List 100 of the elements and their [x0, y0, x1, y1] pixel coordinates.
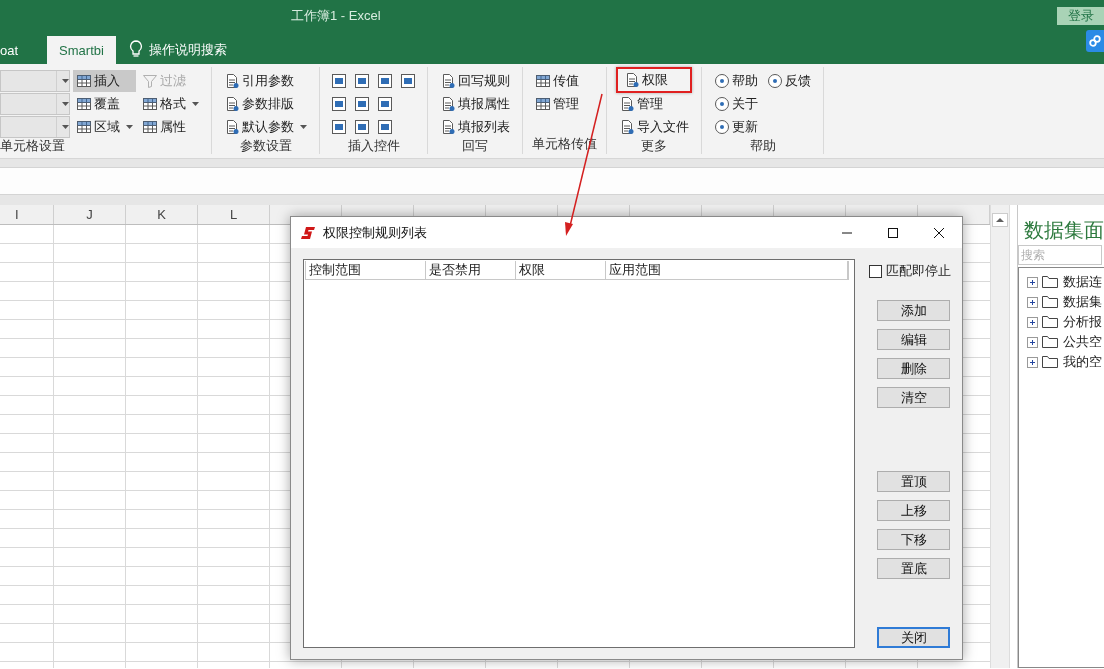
- dialog-button[interactable]: 编辑: [877, 329, 950, 350]
- column-header[interactable]: 应用范围: [606, 261, 848, 279]
- ribbon-button[interactable]: 管理: [616, 93, 692, 115]
- circle-icon: [714, 73, 730, 89]
- group-label: 单元格设置: [0, 138, 66, 155]
- ribbon-button[interactable]: 格式: [139, 93, 202, 115]
- control-icon: [331, 73, 347, 89]
- ribbon-button[interactable]: 关于: [711, 93, 761, 115]
- link-icon[interactable]: [1086, 30, 1104, 52]
- document-icon: [440, 119, 456, 135]
- column-header[interactable]: J: [54, 205, 126, 224]
- column-header[interactable]: 控制范围: [306, 261, 426, 279]
- ribbon-button[interactable]: 导入文件: [616, 116, 692, 138]
- document-icon: [440, 73, 456, 89]
- control-icon: [331, 96, 347, 112]
- table-icon: [76, 119, 92, 135]
- ribbon-button[interactable]: 覆盖: [73, 93, 136, 115]
- folder-icon: [1042, 355, 1058, 369]
- window-title: 工作簿1 - Excel: [291, 7, 381, 25]
- control-icon: [354, 96, 370, 112]
- search-link[interactable]: 操作说明搜索: [148, 36, 227, 64]
- control-icon: [354, 73, 370, 89]
- dialog-button[interactable]: 上移: [877, 500, 950, 521]
- ribbon-button[interactable]: 帮助: [711, 70, 761, 92]
- minimize-icon: [842, 231, 852, 234]
- ribbon-button[interactable]: 传值: [532, 70, 582, 92]
- expand-icon[interactable]: [1027, 316, 1038, 328]
- ribbon-button[interactable]: 属性: [139, 116, 202, 138]
- tree-item[interactable]: 公共空: [1063, 333, 1102, 351]
- document-icon: [440, 96, 456, 112]
- tree-item[interactable]: 数据连: [1063, 273, 1102, 291]
- ribbon-tab[interactable]: Smartbi: [47, 36, 116, 64]
- control-icon: [331, 119, 347, 135]
- table-icon: [76, 73, 92, 89]
- ribbon-button[interactable]: 回写规则: [437, 70, 513, 92]
- caret-icon: [126, 125, 133, 129]
- scroll-up-icon[interactable]: [992, 213, 1008, 227]
- column-header[interactable]: 是否禁用: [426, 261, 516, 279]
- folder-icon: [1042, 335, 1058, 349]
- dialog-button[interactable]: 下移: [877, 529, 950, 550]
- dialog-button[interactable]: 清空: [877, 387, 950, 408]
- ribbon-button[interactable]: 引用参数: [221, 70, 310, 92]
- dialog-button[interactable]: 删除: [877, 358, 950, 379]
- expand-icon[interactable]: [1027, 296, 1038, 308]
- rules-table[interactable]: 控制范围 是否禁用 权限 应用范围: [303, 259, 855, 648]
- ribbon-button[interactable]: 默认参数: [221, 116, 310, 138]
- search-field[interactable]: 搜索: [1018, 245, 1102, 265]
- control-icon: [400, 73, 416, 89]
- expand-icon[interactable]: [1027, 276, 1038, 288]
- ribbon-button[interactable]: 插入: [73, 70, 136, 92]
- checkbox[interactable]: [869, 264, 882, 278]
- column-header[interactable]: I: [0, 205, 54, 224]
- ribbon-tab[interactable]: oat: [0, 36, 34, 64]
- group-label: 参数设置: [238, 138, 293, 155]
- dialog-button[interactable]: 置顶: [877, 471, 950, 492]
- group-label: 更多: [640, 138, 668, 155]
- table-icon: [142, 119, 158, 135]
- document-icon: [224, 73, 240, 89]
- tree-item[interactable]: 分析报: [1063, 313, 1102, 331]
- maximize-icon: [888, 227, 898, 238]
- ribbon-button[interactable]: 填报属性: [437, 93, 513, 115]
- dialog-button[interactable]: 置底: [877, 558, 950, 579]
- ribbon-button[interactable]: 管理: [532, 93, 582, 115]
- control-icon: [377, 96, 393, 112]
- dialog-title: 权限控制规则列表: [323, 223, 427, 242]
- checkbox-label: 匹配即停止: [886, 262, 951, 280]
- document-icon: [224, 96, 240, 112]
- expand-icon[interactable]: [1027, 356, 1038, 368]
- ribbon-button[interactable]: 权限: [616, 67, 692, 93]
- group-label: 插入控件: [346, 138, 401, 155]
- ribbon-button[interactable]: 填报列表: [437, 116, 513, 138]
- close-icon: [934, 227, 944, 238]
- document-icon: [619, 96, 635, 112]
- table-icon: [535, 96, 551, 112]
- dialog-button[interactable]: 关闭: [877, 627, 950, 648]
- ribbon-button[interactable]: 参数排版: [221, 93, 310, 115]
- tree-item[interactable]: 我的空: [1063, 353, 1102, 371]
- ribbon-button[interactable]: 区域: [73, 116, 136, 138]
- caret-icon: [61, 125, 69, 129]
- folder-icon: [1042, 295, 1058, 309]
- control-icon: [377, 73, 393, 89]
- control-icon: [377, 119, 393, 135]
- ribbon-button[interactable]: 更新: [711, 116, 761, 138]
- document-icon: [619, 119, 635, 135]
- table-icon: [76, 96, 92, 112]
- column-header[interactable]: L: [198, 205, 270, 224]
- vertical-scrollbar[interactable]: [990, 205, 1010, 668]
- column-header[interactable]: 权限: [516, 261, 606, 279]
- expand-icon[interactable]: [1027, 336, 1038, 348]
- ribbon-button[interactable]: 反馈: [764, 70, 814, 92]
- caret-icon: [300, 125, 307, 129]
- panel-title: 数据集面: [1023, 218, 1104, 243]
- folder-icon: [1042, 315, 1058, 329]
- group-label: 帮助: [748, 138, 777, 155]
- tree-item[interactable]: 数据集: [1063, 293, 1102, 311]
- funnel-icon: [142, 73, 158, 89]
- login-button[interactable]: 登录: [1057, 7, 1104, 25]
- group-label: 回写: [461, 138, 489, 155]
- column-header[interactable]: K: [126, 205, 198, 224]
- dialog-button[interactable]: 添加: [877, 300, 950, 321]
